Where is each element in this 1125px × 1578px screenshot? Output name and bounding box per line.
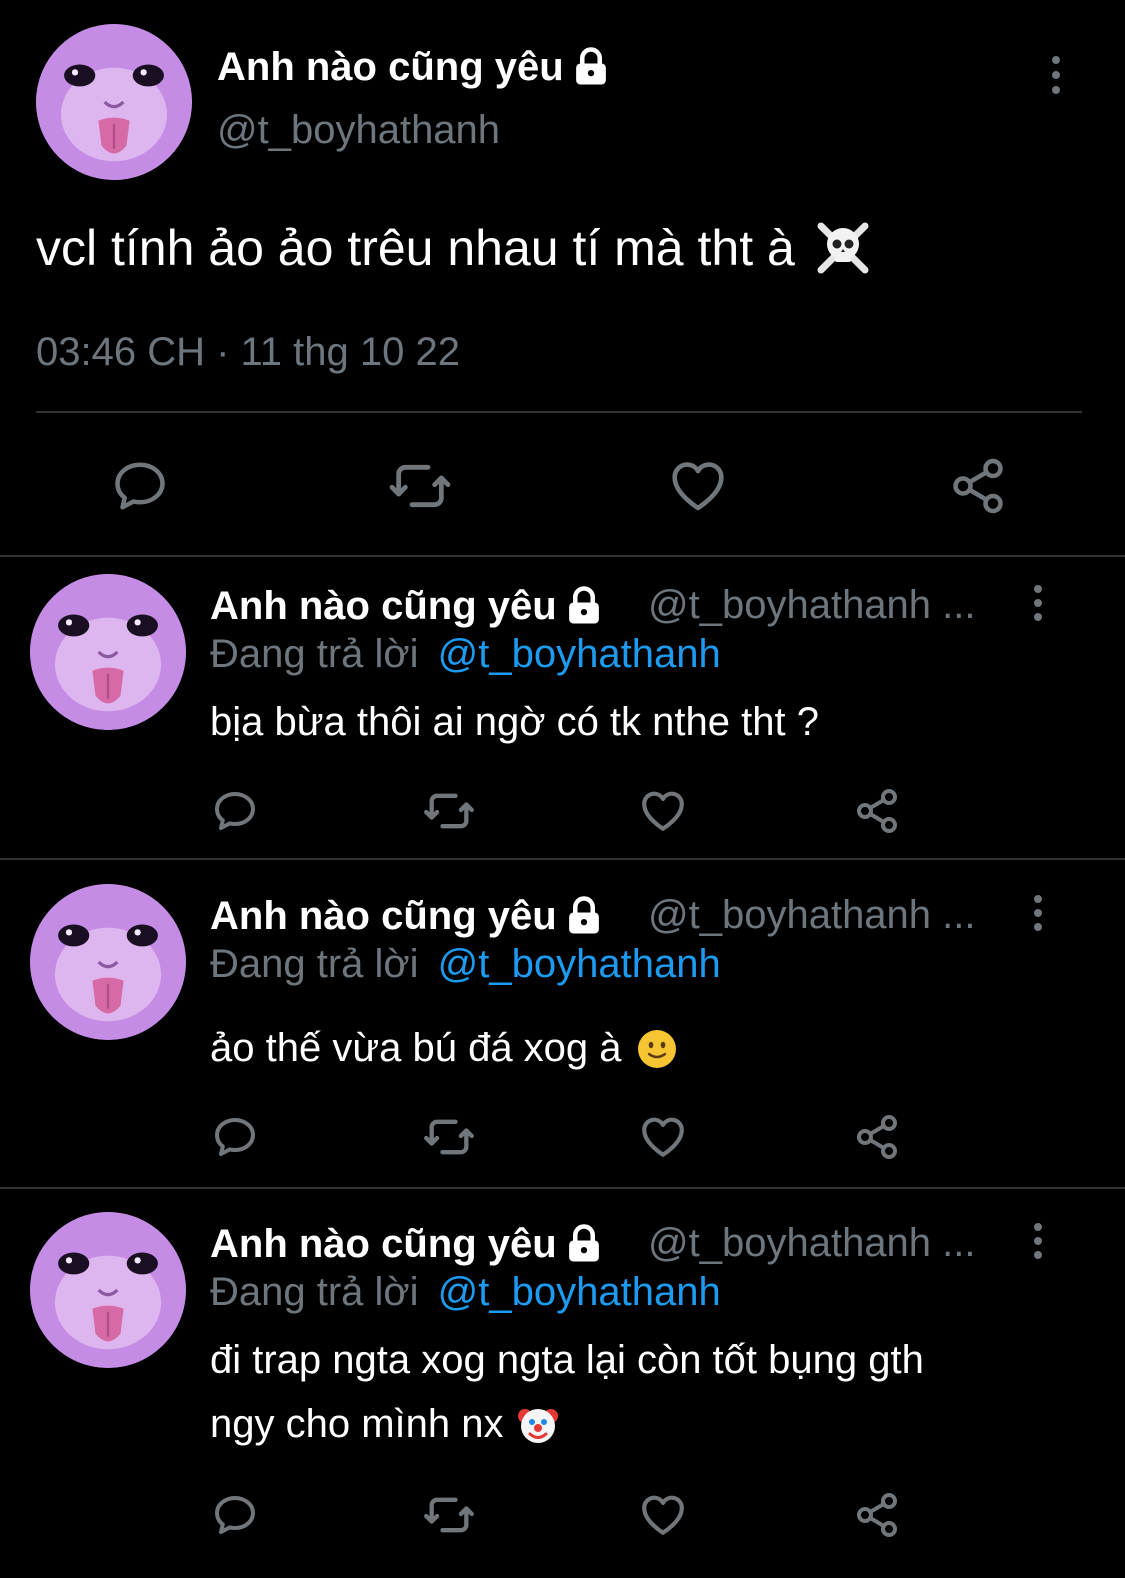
retweet-button[interactable] — [422, 784, 476, 838]
clown-face-icon — [517, 1408, 558, 1443]
retweet-icon — [423, 785, 475, 837]
handle[interactable]: @t_boyhathanh ... — [648, 583, 976, 628]
like-button[interactable] — [636, 1110, 690, 1164]
avatar[interactable] — [30, 1212, 186, 1368]
replying-to: Đang trả lời @t_boyhathanh — [210, 1270, 721, 1315]
reply-text: bịa bừa thôi ai ngờ có tk nthe tht ? — [210, 700, 819, 744]
skull-crossbones-icon — [817, 222, 869, 274]
share-icon — [853, 1491, 901, 1539]
reply-text-content: ảo thế vừa bú đá xog à — [210, 1026, 622, 1070]
handle[interactable]: @t_boyhathanh ... — [648, 1221, 976, 1266]
lock-icon — [563, 895, 605, 937]
divider — [0, 1187, 1125, 1189]
share-button[interactable] — [850, 1488, 904, 1542]
display-name-text: Anh nào cũng yêu — [217, 44, 564, 89]
like-button[interactable] — [636, 784, 690, 838]
retweet-icon — [388, 454, 452, 518]
slightly-smiling-face-icon — [637, 1029, 676, 1068]
avatar[interactable] — [30, 574, 186, 730]
reply-text: ảo thế vừa bú đá xog à — [210, 1026, 678, 1071]
reply-icon — [211, 787, 259, 835]
reply-button[interactable] — [208, 1110, 262, 1164]
lock-icon — [563, 1223, 605, 1265]
reply-text-line: ngy cho mình nx — [210, 1402, 560, 1447]
mention-link[interactable]: @t_boyhathanh — [438, 632, 721, 676]
more-vertical-icon[interactable] — [1032, 1223, 1044, 1259]
reply-icon — [211, 1491, 259, 1539]
heart-icon — [667, 455, 729, 517]
retweet-icon — [423, 1111, 475, 1163]
divider — [0, 555, 1125, 557]
lock-icon — [563, 585, 605, 627]
avatar[interactable] — [36, 24, 192, 180]
reply-button[interactable] — [104, 450, 176, 522]
display-name-text: Anh nào cũng yêu — [210, 1221, 557, 1266]
display-name-text: Anh nào cũng yêu — [210, 583, 557, 628]
more-vertical-icon[interactable] — [1050, 56, 1062, 94]
retweet-icon — [423, 1489, 475, 1541]
share-icon — [853, 1113, 901, 1161]
display-name-text: Anh nào cũng yêu — [210, 893, 557, 938]
heart-icon — [638, 1490, 688, 1540]
tweet-text-content: vcl tính ảo ảo trêu nhau tí mà tht à — [36, 220, 795, 276]
replying-label: Đang trả lời — [210, 632, 419, 676]
replying-to: Đang trả lời @t_boyhathanh — [210, 942, 721, 987]
display-name[interactable]: Anh nào cũng yêu — [217, 42, 612, 92]
retweet-button[interactable] — [384, 450, 456, 522]
share-button[interactable] — [850, 784, 904, 838]
mention-link[interactable]: @t_boyhathanh — [438, 1270, 721, 1314]
reply-icon — [110, 456, 170, 516]
lock-icon — [570, 46, 612, 88]
replying-label: Đang trả lời — [210, 1270, 419, 1314]
handle[interactable]: @t_boyhathanh ... — [648, 893, 976, 938]
reply-text-content: ngy cho mình nx — [210, 1402, 504, 1446]
display-name[interactable]: Anh nào cũng yêu — [210, 892, 605, 940]
replying-to: Đang trả lời @t_boyhathanh — [210, 632, 721, 677]
heart-icon — [638, 786, 688, 836]
share-button[interactable] — [942, 450, 1014, 522]
divider — [0, 858, 1125, 860]
reply-icon — [211, 1113, 259, 1161]
replying-label: Đang trả lời — [210, 942, 419, 986]
handle[interactable]: @t_boyhathanh — [217, 108, 500, 153]
display-name[interactable]: Anh nào cũng yêu — [210, 582, 605, 630]
reply-text-line: đi trap ngta xog ngta lại còn tốt bụng g… — [210, 1338, 924, 1382]
like-button[interactable] — [636, 1488, 690, 1542]
avatar[interactable] — [30, 884, 186, 1040]
like-button[interactable] — [662, 450, 734, 522]
more-vertical-icon[interactable] — [1032, 585, 1044, 621]
mention-link[interactable]: @t_boyhathanh — [438, 942, 721, 986]
retweet-button[interactable] — [422, 1488, 476, 1542]
retweet-button[interactable] — [422, 1110, 476, 1164]
more-vertical-icon[interactable] — [1032, 895, 1044, 931]
share-icon — [853, 787, 901, 835]
heart-icon — [638, 1112, 688, 1162]
share-icon — [948, 456, 1008, 516]
display-name[interactable]: Anh nào cũng yêu — [210, 1220, 605, 1268]
reply-button[interactable] — [208, 784, 262, 838]
reply-button[interactable] — [208, 1488, 262, 1542]
share-button[interactable] — [850, 1110, 904, 1164]
timestamp[interactable]: 03:46 CH · 11 thg 10 22 — [36, 330, 460, 375]
tweet-text: vcl tính ảo ảo trêu nhau tí mà tht à — [36, 218, 873, 278]
divider — [36, 411, 1082, 413]
